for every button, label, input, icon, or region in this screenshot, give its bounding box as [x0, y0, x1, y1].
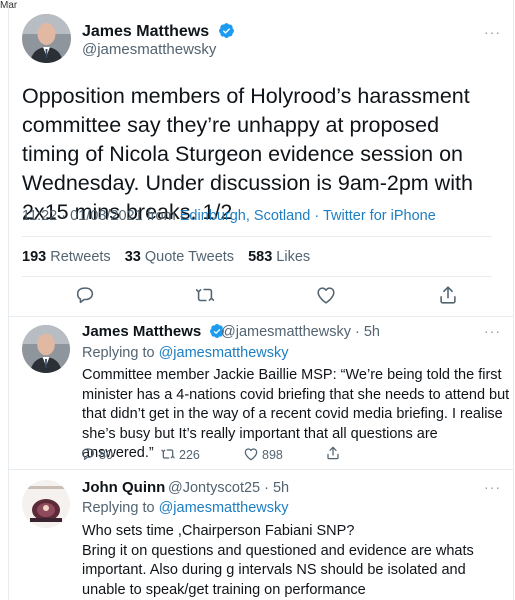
- author-name-text[interactable]: James Matthews: [82, 323, 201, 340]
- likes-label: Likes: [276, 249, 311, 265]
- retweet-button[interactable]: 226: [160, 446, 200, 462]
- author-name[interactable]: John Quinn: [82, 479, 165, 496]
- retweets-label: Retweets: [50, 249, 111, 265]
- more-icon[interactable]: ···: [484, 24, 501, 40]
- quote-tweets-stat[interactable]: 33 Quote Tweets: [125, 249, 248, 265]
- like-icon: [244, 448, 258, 461]
- tweet-location[interactable]: Edinburgh, Scotland: [180, 208, 311, 224]
- tweet-text: Opposition members of Holyrood’s harassm…: [22, 84, 473, 224]
- divider: [8, 469, 514, 470]
- divider: [22, 276, 492, 277]
- share-icon: [440, 286, 456, 304]
- retweets-stat[interactable]: 193 Retweets: [22, 249, 125, 265]
- verified-badge-icon: [218, 23, 234, 38]
- share-icon: [327, 446, 339, 460]
- replying-prefix: Replying to: [82, 500, 159, 516]
- share-button[interactable]: [437, 284, 459, 306]
- reply-icon: [76, 287, 94, 304]
- retweets-count: 226: [179, 448, 200, 462]
- author-handle[interactable]: @jamesmatthewsky: [82, 41, 216, 58]
- like-icon: [317, 287, 335, 304]
- replying-to-link[interactable]: @jamesmatthewsky: [159, 345, 289, 361]
- author-handle[interactable]: @Jontyscot25 · 5h: [168, 480, 289, 496]
- column-border-left: [8, 0, 9, 600]
- author-name-text[interactable]: James Matthews: [82, 23, 209, 40]
- avatar[interactable]: [22, 480, 70, 528]
- replying-prefix: Replying to: [82, 345, 159, 361]
- tweet-time[interactable]: 11:22 · 01/03/2021 from: [22, 208, 180, 224]
- retweet-icon: [161, 449, 175, 459]
- more-icon[interactable]: ···: [484, 323, 501, 339]
- divider: [22, 236, 492, 237]
- reply-button[interactable]: 80: [80, 446, 113, 462]
- share-button[interactable]: [325, 445, 344, 461]
- replies-count: 80: [99, 448, 113, 462]
- like-button[interactable]: 898: [243, 446, 283, 462]
- avatar[interactable]: [22, 14, 71, 63]
- meta-separator: ·: [310, 208, 323, 224]
- tweet-meta: 11:22 · 01/03/2021 from Edinburgh, Scotl…: [22, 208, 436, 224]
- quote-tweets-label: Quote Tweets: [144, 249, 235, 265]
- divider: [8, 316, 514, 317]
- replying-to: Replying to @jamesmatthewsky: [82, 345, 289, 361]
- like-button[interactable]: [315, 284, 337, 306]
- author-name[interactable]: James Matthews: [82, 323, 225, 340]
- retweet-icon: [195, 288, 215, 302]
- likes-stat[interactable]: 583 Likes: [248, 249, 324, 265]
- likes-count: 898: [262, 448, 283, 462]
- retweets-count: 193: [22, 249, 47, 265]
- reply-button[interactable]: [74, 284, 96, 306]
- reply-icon: [82, 448, 94, 460]
- author-name[interactable]: James Matthews: [82, 22, 235, 41]
- more-icon[interactable]: ···: [484, 479, 501, 495]
- author-handle[interactable]: @jamesmatthewsky · 5h: [221, 324, 380, 340]
- tweet-source[interactable]: Twitter for iPhone: [323, 208, 436, 224]
- quote-tweets-count: 33: [124, 249, 141, 265]
- reply-text: Who sets time ,Chairperson Fabiani SNP? …: [82, 523, 474, 598]
- retweet-button[interactable]: [194, 284, 216, 306]
- replying-to-link[interactable]: @jamesmatthewsky: [159, 500, 289, 516]
- likes-count: 583: [248, 249, 273, 265]
- avatar[interactable]: [22, 325, 70, 373]
- reply-text: Committee member Jackie Baillie MSP: “We…: [82, 367, 510, 461]
- tweet-stats: 193 Retweets 33 Quote Tweets 583 Likes: [22, 249, 324, 265]
- replying-to: Replying to @jamesmatthewsky: [82, 500, 289, 516]
- column-border-right: [513, 0, 514, 600]
